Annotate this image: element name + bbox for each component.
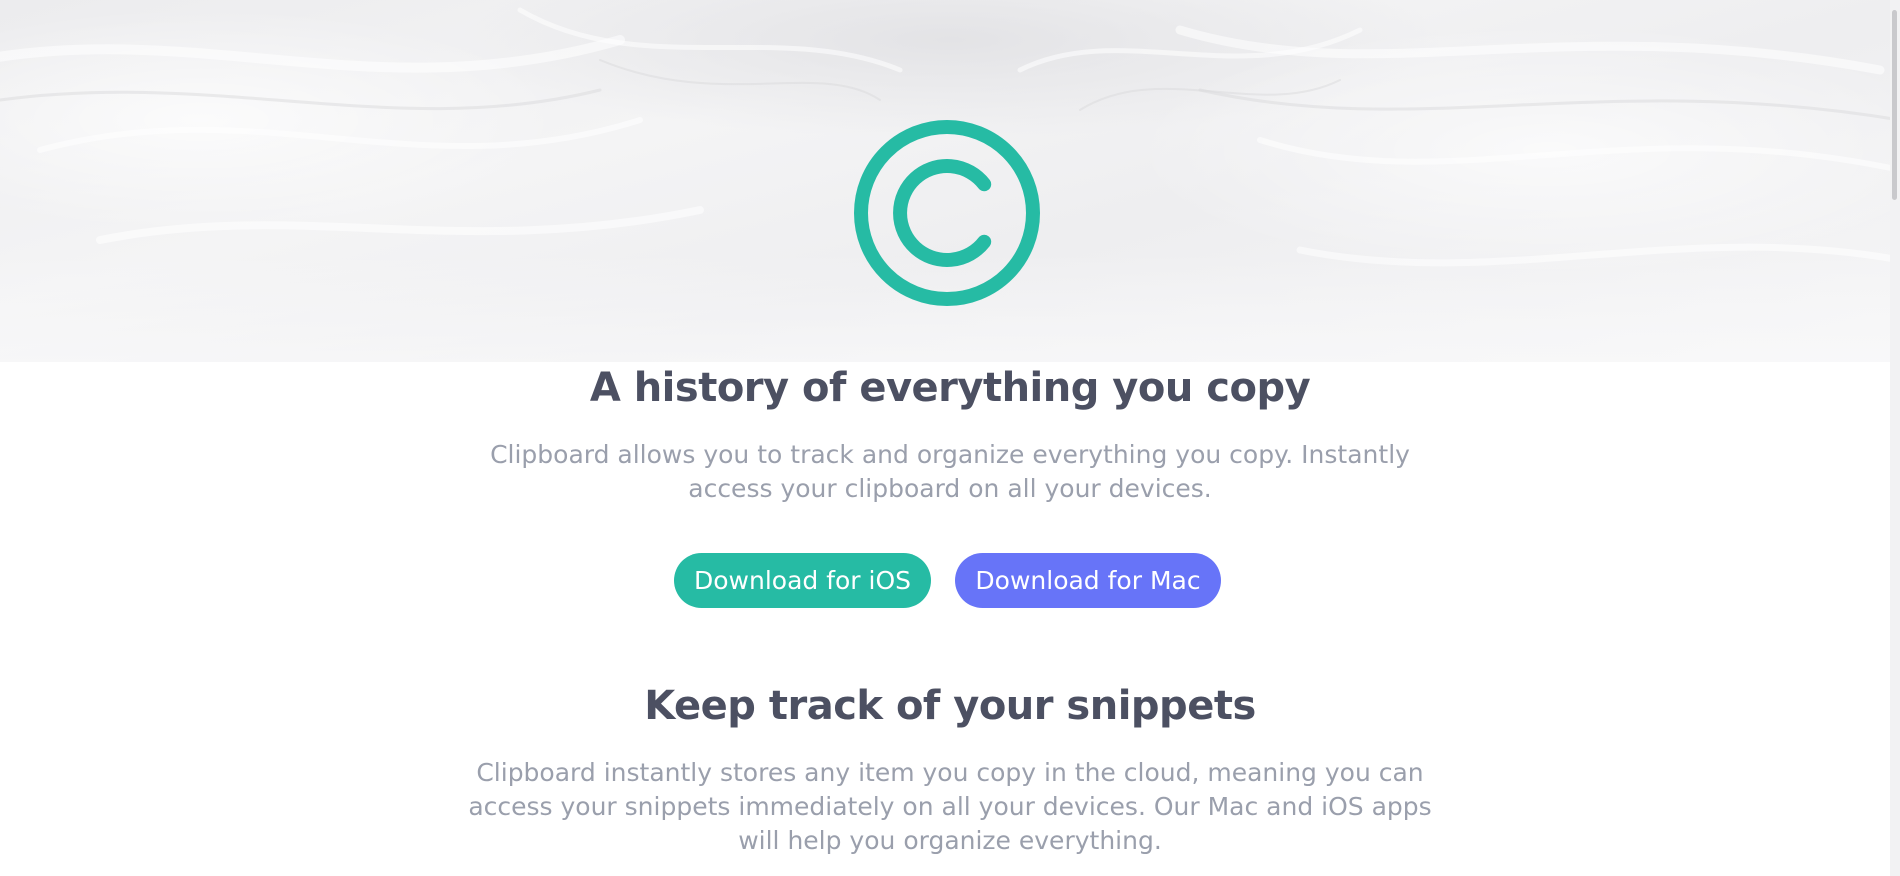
snippets-description: Clipboard instantly stores any item you …: [0, 756, 1900, 858]
copyright-c-logo-icon: [854, 120, 1040, 306]
snippets-description-line: Clipboard instantly stores any item you …: [476, 758, 1424, 787]
vertical-scrollbar[interactable]: [1890, 0, 1900, 876]
download-mac-button[interactable]: Download for Mac: [955, 553, 1221, 608]
scrollbar-thumb[interactable]: [1892, 10, 1897, 200]
hero-title: A history of everything you copy: [589, 365, 1311, 411]
snippets-section-title: Keep track of your snippets: [644, 683, 1256, 729]
download-ios-button[interactable]: Download for iOS: [674, 553, 931, 608]
hero-description-line: Clipboard allows you to track and organi…: [490, 440, 1410, 469]
hero-description-line: access your clipboard on all your device…: [688, 474, 1212, 503]
hero-description: Clipboard allows you to track and organi…: [0, 438, 1900, 506]
landing-page: A history of everything you copy Clipboa…: [0, 0, 1900, 876]
snippets-description-line: access your snippets immediately on all …: [468, 792, 1432, 821]
snippets-description-line: will help you organize everything.: [738, 826, 1162, 855]
